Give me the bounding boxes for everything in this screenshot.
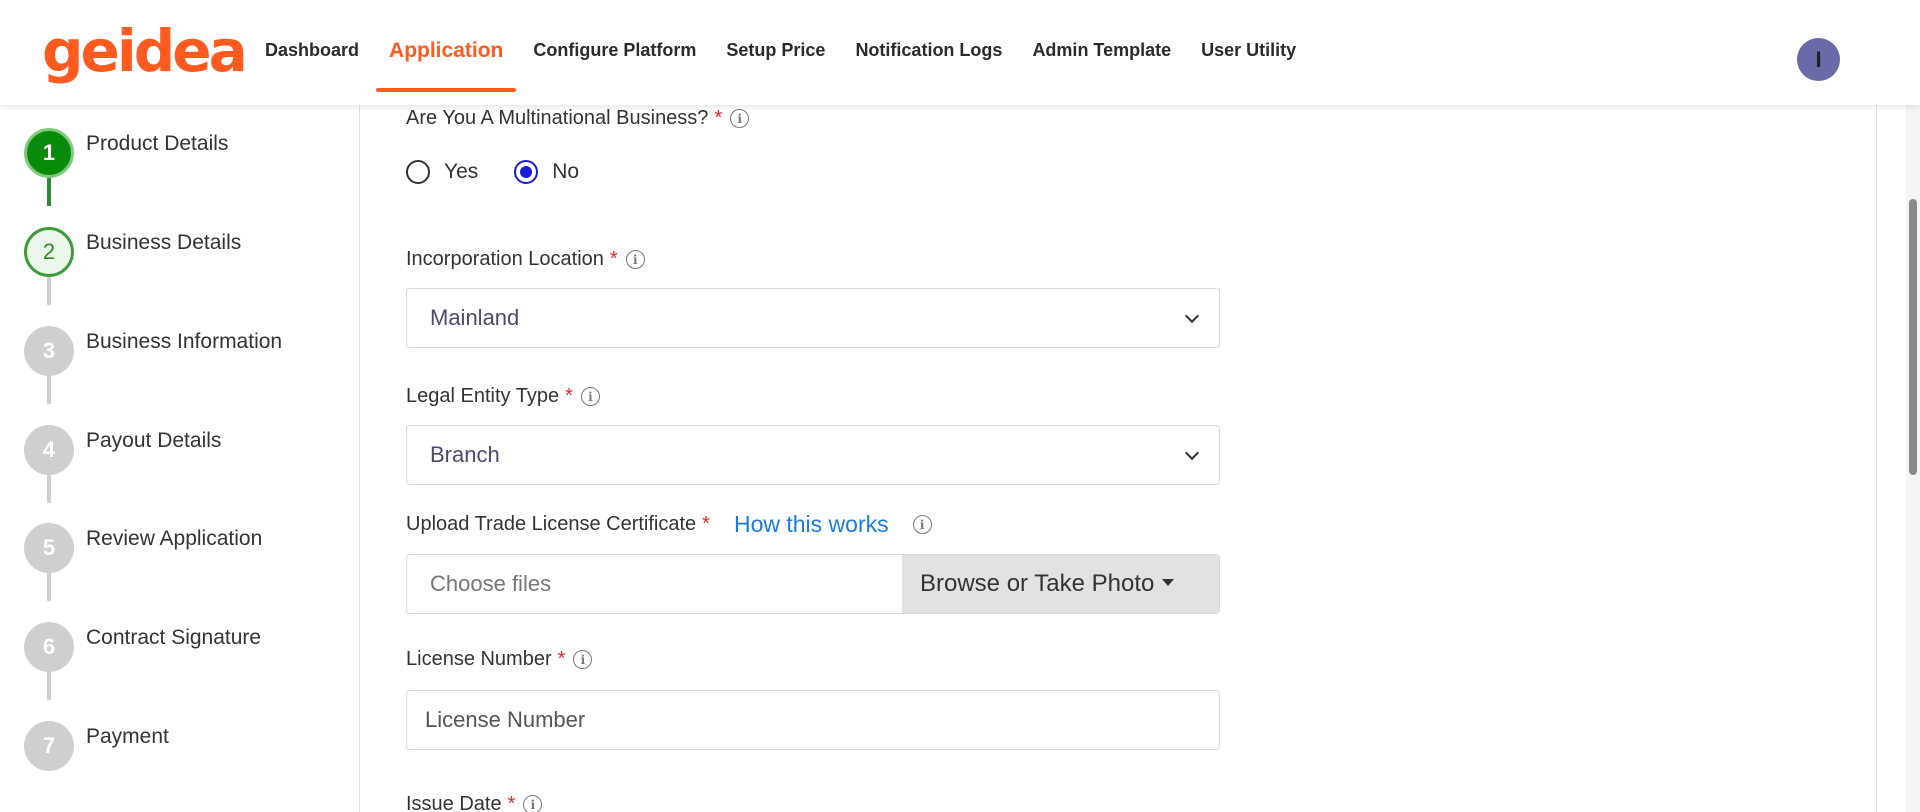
radio-yes-label[interactable]: Yes: [444, 160, 478, 184]
license-number-label: License Number * i: [406, 648, 593, 671]
application-stepper: 1 Product Details 2 Business Details 3 B…: [0, 105, 360, 812]
legal-entity-type-select[interactable]: Branch: [406, 425, 1220, 485]
issue-date-label-text: Issue Date: [406, 793, 502, 812]
nav-admin-template[interactable]: Admin Template: [1017, 0, 1186, 105]
choose-files-input[interactable]: Choose files: [407, 555, 902, 613]
nav-user-utility-label: User Utility: [1201, 40, 1297, 60]
required-mark: *: [507, 793, 516, 812]
multinational-label: Are You A Multinational Business? * i: [406, 107, 750, 130]
nav-configure-platform-label: Configure Platform: [533, 40, 697, 60]
info-icon[interactable]: i: [912, 515, 932, 534]
step-label: Payout Details: [86, 429, 222, 452]
legal-entity-type-label: Legal Entity Type * i: [406, 385, 600, 408]
radio-no-label[interactable]: No: [552, 160, 579, 184]
incorporation-location-value: Mainland: [430, 305, 520, 330]
nav-dashboard[interactable]: Dashboard: [250, 0, 374, 105]
step-product-details[interactable]: 1 Product Details: [24, 128, 228, 180]
required-mark: *: [565, 385, 573, 407]
step-number: 4: [24, 425, 74, 475]
info-icon[interactable]: i: [730, 109, 750, 128]
nav-setup-price[interactable]: Setup Price: [711, 0, 840, 105]
step-business-details[interactable]: 2 Business Details: [24, 227, 241, 279]
legal-entity-type-label-text: Legal Entity Type: [406, 385, 560, 407]
nav-notification-logs-label: Notification Logs: [855, 40, 1003, 60]
incorporation-location-select[interactable]: Mainland: [406, 288, 1220, 348]
required-mark: *: [714, 107, 723, 129]
nav-application[interactable]: Application: [374, 0, 518, 105]
step-payout-details[interactable]: 4 Payout Details: [24, 425, 221, 477]
step-label: Review Application: [86, 527, 263, 550]
license-number-label-text: License Number: [406, 648, 552, 670]
step-number: 6: [24, 622, 74, 672]
trade-license-label: Upload Trade License Certificate * How t…: [406, 511, 932, 538]
step-number: 7: [24, 721, 74, 771]
step-number: 3: [24, 326, 74, 376]
incorporation-location-label-text: Incorporation Location: [406, 248, 604, 270]
user-avatar[interactable]: I: [1797, 38, 1840, 81]
chevron-down-icon: [1184, 308, 1200, 324]
nav-dashboard-label: Dashboard: [265, 40, 360, 60]
nav-setup-price-label: Setup Price: [726, 40, 826, 60]
radio-yes[interactable]: [406, 160, 430, 184]
step-label: Contract Signature: [86, 626, 262, 649]
business-details-form-panel: Are You A Multinational Business? * i Ye…: [361, 105, 1877, 812]
scrollbar-thumb[interactable]: [1909, 199, 1917, 475]
info-icon[interactable]: i: [625, 250, 645, 269]
page-scrollbar[interactable]: [1906, 105, 1920, 812]
step-number: 5: [24, 523, 74, 573]
multinational-radio-group: Yes No: [406, 160, 615, 184]
top-header: geidea Dashboard Application Configure P…: [0, 0, 1920, 105]
step-label: Product Details: [86, 132, 229, 155]
step-number: 2: [24, 227, 74, 277]
caret-down-icon: [1162, 578, 1175, 586]
license-number-input[interactable]: License Number: [406, 690, 1220, 750]
incorporation-location-label: Incorporation Location * i: [406, 248, 645, 271]
browse-or-take-photo-button[interactable]: Browse or Take Photo: [902, 555, 1219, 613]
required-mark: *: [702, 513, 710, 535]
nav-admin-template-label: Admin Template: [1032, 40, 1172, 60]
issue-date-label: Issue Date * i: [406, 793, 543, 812]
main-nav: Dashboard Application Configure Platform…: [250, 0, 1311, 105]
chevron-down-icon: [1184, 445, 1200, 461]
step-review-application[interactable]: 5 Review Application: [24, 523, 262, 575]
geidea-logo[interactable]: geidea: [42, 22, 248, 80]
required-mark: *: [557, 648, 566, 670]
step-business-information[interactable]: 3 Business Information: [24, 326, 282, 378]
required-mark: *: [609, 248, 618, 270]
nav-notification-logs[interactable]: Notification Logs: [840, 0, 1017, 105]
nav-configure-platform[interactable]: Configure Platform: [518, 0, 711, 105]
step-payment[interactable]: 7 Payment: [24, 721, 169, 773]
trade-license-label-text: Upload Trade License Certificate: [406, 513, 697, 535]
info-icon[interactable]: i: [523, 795, 543, 812]
step-label: Business Information: [86, 330, 283, 353]
browse-button-label: Browse or Take Photo: [920, 570, 1155, 597]
step-label: Payment: [86, 725, 169, 748]
info-icon[interactable]: i: [580, 387, 600, 406]
nav-application-label: Application: [389, 38, 504, 62]
step-number: 1: [24, 128, 74, 178]
nav-user-utility[interactable]: User Utility: [1186, 0, 1311, 105]
radio-no[interactable]: [514, 160, 539, 184]
trade-license-upload: Choose files Browse or Take Photo: [406, 554, 1220, 614]
legal-entity-type-value: Branch: [430, 442, 500, 467]
step-label: Business Details: [86, 231, 242, 254]
multinational-label-text: Are You A Multinational Business?: [406, 107, 709, 129]
how-this-works-link[interactable]: How this works: [734, 511, 889, 538]
step-contract-signature[interactable]: 6 Contract Signature: [24, 622, 261, 674]
info-icon[interactable]: i: [573, 650, 593, 669]
